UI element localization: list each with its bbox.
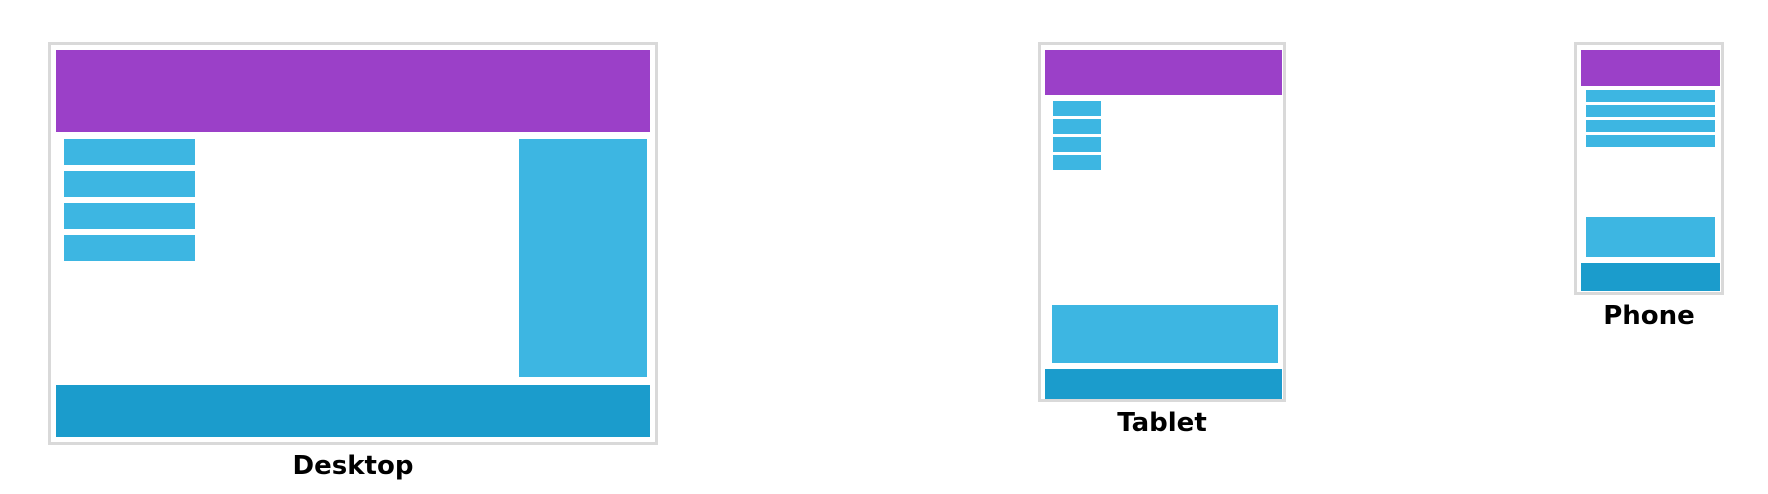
phone-footer-block (1581, 263, 1720, 291)
phone-nav-item-2 (1586, 105, 1715, 117)
phone-nav-item-1 (1586, 90, 1715, 102)
desktop-nav-item-3 (64, 203, 195, 229)
tablet-layout-frame (1038, 42, 1286, 402)
desktop-caption: Desktop (292, 451, 414, 481)
phone-content-block (1586, 217, 1715, 257)
tablet-nav-item-4 (1053, 155, 1101, 170)
desktop-footer-block (56, 385, 650, 437)
phone-caption: Phone (1603, 301, 1695, 331)
phone-layout-frame (1574, 42, 1724, 295)
tablet-nav-item-1 (1053, 101, 1101, 116)
tablet-footer-block (1045, 369, 1282, 399)
tablet-content-block (1052, 305, 1278, 363)
phone-nav-item-3 (1586, 120, 1715, 132)
phone-header-block (1581, 50, 1720, 86)
desktop-nav-item-4 (64, 235, 195, 261)
desktop-sidebar-block (519, 139, 647, 377)
tablet-nav-item-3 (1053, 137, 1101, 152)
tablet-caption: Tablet (1117, 408, 1207, 438)
desktop-header-block (56, 50, 650, 132)
desktop-nav-item-2 (64, 171, 195, 197)
desktop-layout-frame (48, 42, 658, 445)
tablet-nav-item-2 (1053, 119, 1101, 134)
tablet-header-block (1045, 50, 1282, 95)
phone-nav-item-4 (1586, 135, 1715, 147)
desktop-nav-item-1 (64, 139, 195, 165)
